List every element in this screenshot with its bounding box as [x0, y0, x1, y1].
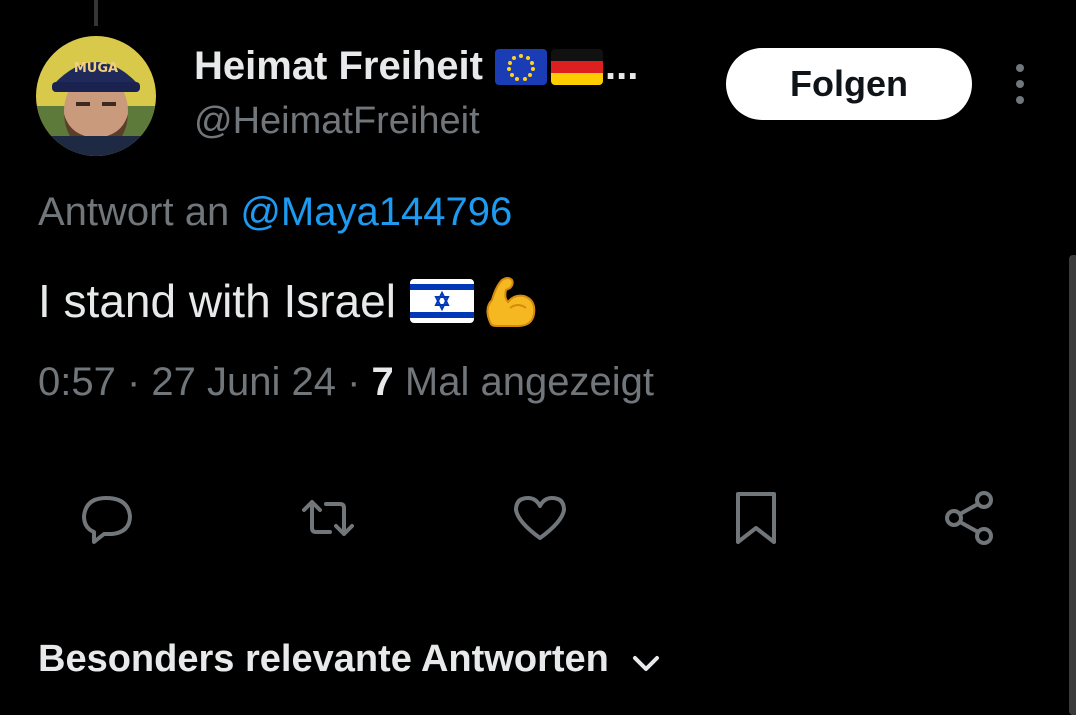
display-name-text: Heimat Freiheit [194, 44, 483, 88]
replies-sort-dropdown[interactable]: Besonders relevante Antworten [38, 638, 661, 681]
follow-button[interactable]: Folgen [726, 48, 972, 120]
avatar-cap-text: MUGA [74, 61, 118, 76]
name-truncation: ... [604, 44, 639, 88]
reply-context: Antwort an @Maya144796 [38, 190, 512, 235]
tweet-text: I stand with Israel [38, 272, 538, 330]
reply-icon[interactable] [78, 488, 138, 548]
tweet-date[interactable]: 27 Juni 24 [151, 360, 336, 404]
flag-israel-icon [409, 279, 474, 323]
chevron-down-icon [631, 645, 661, 675]
views-count: 7 [371, 360, 394, 404]
scrollbar[interactable] [1069, 255, 1076, 715]
tweet-time[interactable]: 0:57 [38, 360, 116, 404]
thread-connector-line [94, 0, 98, 26]
flag-eu-icon [494, 48, 547, 85]
tweet-metadata: 0:57 · 27 Juni 24 · 7 Mal angezeigt [38, 360, 654, 405]
tweet-body: I stand with Israel [38, 275, 396, 327]
avatar[interactable]: MUGA [36, 36, 156, 156]
retweet-icon[interactable] [298, 488, 358, 548]
flag-de-icon [550, 48, 603, 85]
more-options-icon[interactable] [1006, 60, 1034, 108]
reply-mention-link[interactable]: @Maya144796 [240, 190, 512, 234]
flexed-biceps-icon [480, 272, 538, 330]
meta-separator: · [115, 360, 152, 404]
share-icon[interactable] [940, 488, 1000, 548]
views-label: Mal angezeigt [393, 360, 654, 404]
like-icon[interactable] [510, 488, 570, 548]
replies-sort-label: Besonders relevante Antworten [38, 638, 609, 680]
meta-separator: · [336, 360, 372, 404]
author-display-name[interactable]: Heimat Freiheit ... [194, 44, 638, 89]
bookmark-icon[interactable] [726, 488, 786, 548]
reply-prefix: Antwort an [38, 190, 241, 234]
tweet-actions-bar [0, 488, 1076, 548]
author-handle[interactable]: @HeimatFreiheit [194, 100, 480, 143]
